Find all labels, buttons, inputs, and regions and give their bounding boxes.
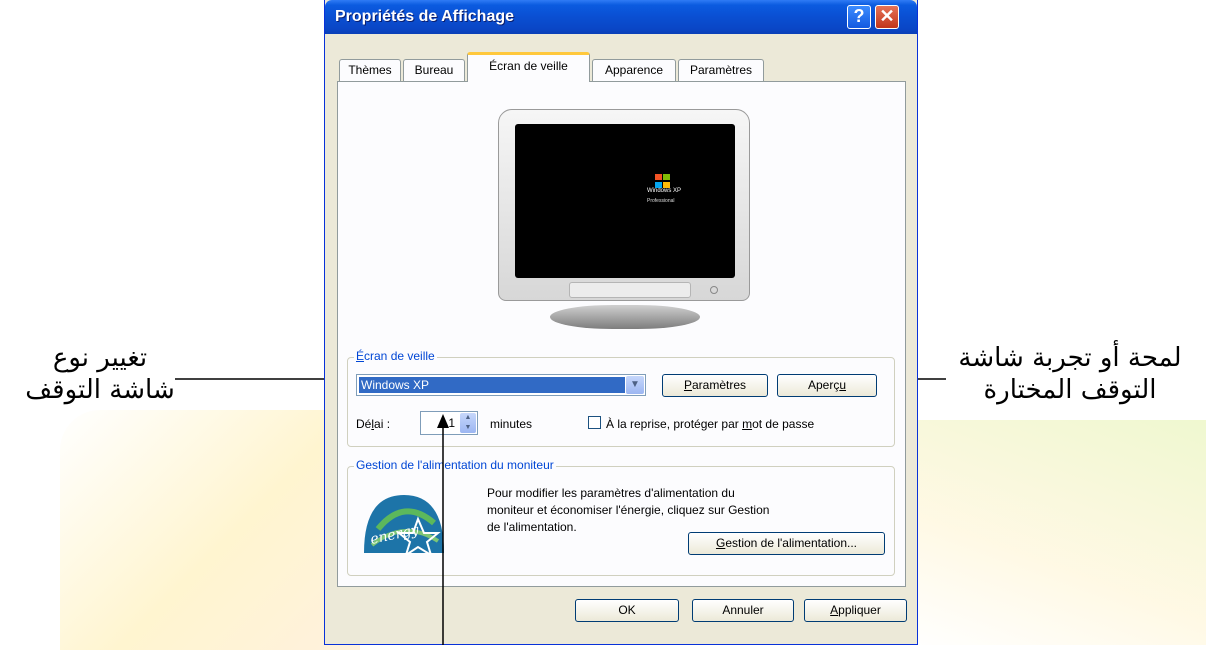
screensaver-group-title: Écran de veille [354,349,437,363]
logo-brand: Windows XP [647,188,682,194]
delay-unit: minutes [490,417,533,431]
annotation-right-line1: لمحة أو تجربة شاشة [958,343,1182,373]
close-button[interactable]: ✕ [875,5,899,29]
logo-flag-red [655,174,662,180]
tab-screensaver[interactable]: Écran de veille [467,52,590,82]
screensaver-select[interactable]: Windows XP ▼ [356,374,646,396]
logo-edition: Professional [647,198,675,204]
background-decoration-right [900,420,1206,645]
tab-themes[interactable]: Thèmes [339,59,401,81]
tab-desktop[interactable]: Bureau [403,59,465,81]
power-management-button[interactable]: Gestion de l'alimentation... [688,532,885,555]
spinner-arrows-icon[interactable]: ▲ ▼ [460,413,476,433]
password-label-part: ot de passe [752,417,815,431]
settings-button-label: aramètres [691,378,747,392]
monitor-stand [550,305,700,329]
power-group-title: Gestion de l'alimentation du moniteur [354,458,556,472]
annotation-right-line2: التوقف المختارة [983,375,1157,405]
background-decoration-left [60,410,360,650]
monitor-bezel-panel [569,282,691,298]
help-button[interactable]: ? [847,5,871,29]
group-title-text: cran de veille [364,349,435,363]
tab-settings[interactable]: Paramètres [678,59,764,81]
accesskey: G [715,536,726,550]
password-checkbox[interactable] [588,416,601,429]
preview-screen: Windows XP Professional [515,124,735,278]
accesskey: u [839,378,847,392]
screensaver-tab-panel: Windows XP Professional Écran de veille … [337,81,906,587]
windows-logo-icon: Windows XP [647,174,685,198]
screensaver-group: Écran de veille Windows XP ▼ Paramètres … [347,349,895,447]
display-properties-dialog: Propriétés de Affichage ? ✕ Thèmes Burea… [324,0,918,645]
arrow-to-delay-spinner [437,414,449,645]
monitor-power-group: Gestion de l'alimentation du moniteur en… [347,458,895,576]
delay-label-part: ai : [374,417,391,431]
settings-button[interactable]: Paramètres [662,374,768,397]
tab-appearance[interactable]: Apparence [592,59,676,81]
delay-label: Délai : [356,417,390,431]
accesskey: É [356,349,365,363]
preview-button[interactable]: Aperçu [777,374,877,397]
power-button-label: estion de l'alimentation... [725,536,858,550]
accesskey: m [742,417,753,431]
monitor-preview: Windows XP Professional [498,109,750,334]
screensaver-selected-value: Windows XP [359,377,625,393]
accesskey: A [830,603,839,617]
password-checkbox-label[interactable]: À la reprise, protéger par mot de passe [606,417,814,431]
preview-button-label: Aperç [807,378,840,392]
apply-button-label: ppliquer [838,603,881,617]
delay-label-part: Dé [356,417,372,431]
power-description: Pour modifier les paramètres d'alimentat… [487,486,770,534]
password-label-part: À la reprise, protéger par [606,417,743,431]
ok-button[interactable]: OK [575,599,679,622]
monitor-body: Windows XP Professional [498,109,750,301]
annotation-preview-screensaver: لمحة أو تجربة شاشة التوقف المختارة [940,342,1200,406]
annotation-change-screensaver: تغيير نوع شاشة التوقف [0,342,200,406]
logo-flag-green [663,174,670,180]
accesskey: P [683,378,692,392]
monitor-power-led-icon [710,286,718,294]
annotation-left-line2: شاشة التوقف [25,375,175,405]
annotation-left-line1: تغيير نوع [52,343,148,373]
apply-button[interactable]: Appliquer [804,599,907,622]
chevron-down-icon[interactable]: ▼ [626,376,644,394]
title-bar[interactable]: Propriétés de Affichage ? ✕ [325,0,917,34]
window-title: Propriétés de Affichage [335,8,515,25]
cancel-button[interactable]: Annuler [692,599,794,622]
